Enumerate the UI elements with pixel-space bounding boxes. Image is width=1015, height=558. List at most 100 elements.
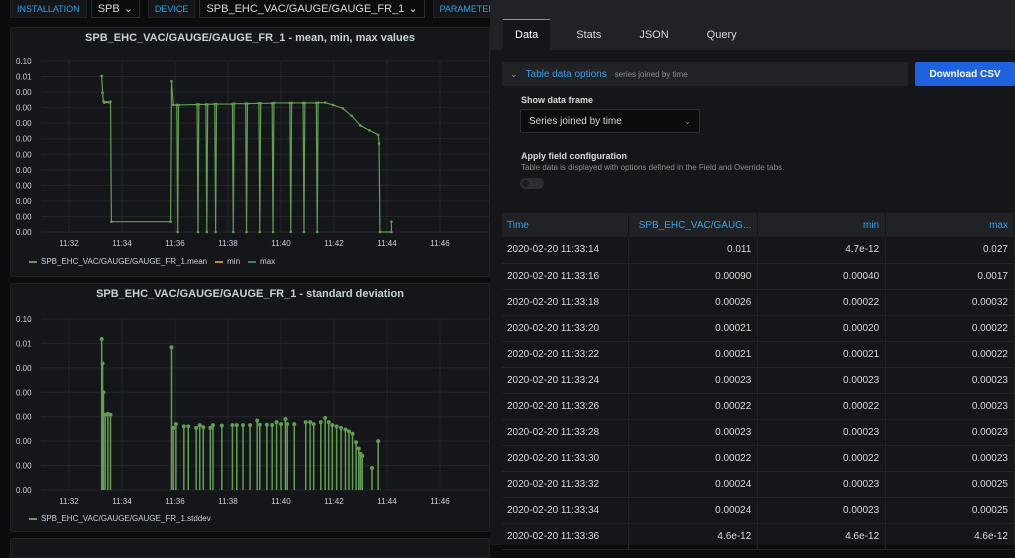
tab-data[interactable]: Data: [503, 19, 551, 50]
table-data-options-toggle[interactable]: ⌄ Table data options series joined by ti…: [502, 62, 908, 86]
options-summary: series joined by time: [614, 69, 688, 79]
table-row: 2020-02-20 11:33:18 0.00026 0.00022 0.00032: [502, 289, 1015, 316]
inspect-drawer: Data Stats JSON Query ⌄ Table data optio…: [490, 0, 1015, 550]
table-row: 2020-02-20 11:33:28 0.00023 0.00023 0.00023: [502, 419, 1015, 446]
data-point: [330, 423, 335, 428]
table-cell: 0.0017: [885, 263, 1015, 290]
x-tick-label: 11:38: [218, 497, 238, 506]
column-header-mean[interactable]: SPB_EHC_VAC/GAUG...: [628, 213, 759, 237]
y-tick-label: 0.00: [16, 212, 32, 221]
x-tick-label: 11:38: [218, 239, 238, 248]
table-row: 2020-02-20 11:33:26 0.00022 0.00022 0.00023: [502, 393, 1015, 420]
x-tick-label: 11:40: [271, 497, 291, 506]
legend-item-min[interactable]: min: [215, 257, 240, 266]
y-tick-label: 0.00: [16, 119, 32, 128]
tab-stats[interactable]: Stats: [564, 19, 613, 50]
table-cell: 0.00023: [628, 419, 759, 446]
data-point: [316, 101, 320, 104]
device-label: DEVICE: [147, 0, 196, 18]
data-point: [271, 230, 275, 234]
table-cell: 2020-02-20 11:33:24: [502, 367, 630, 394]
data-point: [99, 337, 104, 342]
table-row: 2020-02-20 11:33:34 0.00024 0.00023 0.00025: [502, 497, 1015, 524]
column-header-max[interactable]: max: [885, 213, 1015, 237]
table-cell: 0.00023: [757, 367, 887, 394]
data-point: [354, 440, 359, 445]
data-point: [343, 427, 348, 432]
data-point: [101, 91, 104, 95]
table-row: 2020-02-20 11:33:20 0.00021 0.00020 0.00022: [502, 315, 1015, 342]
table-cell: 0.00023: [757, 497, 887, 524]
table-cell: 0.00023: [885, 367, 1015, 394]
data-point: [206, 103, 209, 106]
table-cell: 0.00024: [628, 497, 759, 524]
legend-item-mean[interactable]: SPB_EHC_VAC/GAUGE/GAUGE_FR_1.mean: [29, 257, 207, 266]
show-frame-select[interactable]: Series joined by time ⌄: [520, 109, 700, 133]
data-point: [270, 422, 275, 427]
column-header-min[interactable]: min: [757, 213, 887, 237]
data-point: [194, 425, 199, 430]
table-cell: 0.011: [628, 237, 759, 264]
options-title: Table data options: [525, 68, 607, 80]
table-cell: 0.00024: [628, 471, 759, 498]
table-cell: 0.00022: [757, 289, 887, 316]
data-point: [100, 361, 105, 366]
y-tick-label: 0.00: [16, 181, 32, 190]
data-point: [258, 230, 262, 234]
data-point: [285, 422, 290, 427]
legend-item-stddev[interactable]: SPB_EHC_VAC/GAUGE/GAUGE_FR_1.stddev: [29, 514, 211, 523]
table-cell: 2020-02-20 11:33:36: [502, 523, 630, 550]
device-select[interactable]: SPB_EHC_VAC/GAUGE/GAUGE_FR_1 ⌄: [199, 0, 425, 18]
device-value: SPB_EHC_VAC/GAUGE/GAUGE_FR_1: [206, 2, 405, 15]
data-point: [186, 424, 191, 429]
x-tick-label: 11:44: [377, 497, 397, 506]
y-tick-label: 0.00: [16, 88, 32, 97]
x-tick-label: 11:32: [59, 497, 79, 506]
data-point: [109, 100, 112, 104]
table-cell: 0.00023: [757, 419, 887, 446]
tab-query[interactable]: Query: [695, 19, 749, 50]
data-point: [255, 418, 260, 423]
table-row: 2020-02-20 11:33:16 0.00090 0.00040 0.0017: [502, 263, 1015, 290]
x-tick-label: 11:32: [59, 239, 79, 248]
legend-item-max[interactable]: max: [248, 257, 275, 266]
data-point: [104, 100, 108, 104]
y-tick-label: 0.10: [16, 57, 32, 66]
installation-select[interactable]: SPB ⌄: [90, 0, 140, 18]
mean-min-max-panel[interactable]: SPB_EHC_VAC/GAUGE/GAUGE_FR_1 - mean, min…: [10, 27, 491, 277]
data-point: [171, 103, 175, 107]
data-point: [303, 420, 308, 425]
data-point: [264, 422, 269, 427]
show-frame-value: Series joined by time: [529, 115, 622, 127]
data-point: [308, 420, 313, 425]
table-row: 2020-02-20 11:33:36 4.6e-12 4.6e-12 4.6e-12: [502, 523, 1015, 550]
table-cell: 0.00021: [628, 315, 759, 342]
y-tick-label: 0.10: [16, 315, 32, 324]
table-cell: 2020-02-20 11:33:22: [502, 341, 630, 368]
data-point: [210, 423, 215, 428]
data-point: [171, 425, 176, 430]
y-tick-label: 0.00: [16, 228, 32, 237]
table-cell: 2020-02-20 11:33:26: [502, 393, 630, 420]
download-csv-button[interactable]: Download CSV: [915, 62, 1015, 86]
stddev-panel[interactable]: SPB_EHC_VAC/GAUGE/GAUGE_FR_1 - standard …: [10, 283, 491, 532]
table-cell: 0.00023: [757, 471, 887, 498]
column-header-time[interactable]: Time: [502, 213, 630, 237]
table-cell: 4.7e-12: [757, 237, 887, 264]
data-point: [101, 390, 106, 395]
table-cell: 0.00026: [628, 289, 759, 316]
table-cell: 0.00090: [628, 263, 759, 290]
data-point: [110, 220, 113, 223]
table-cell: 0.00020: [757, 315, 887, 342]
tab-json[interactable]: JSON: [627, 19, 680, 50]
apply-config-toggle[interactable]: [520, 178, 544, 189]
apply-config-label: Apply field configuration: [521, 151, 627, 161]
data-point: [311, 422, 316, 427]
table-cell: 0.00023: [885, 445, 1015, 472]
table-cell: 2020-02-20 11:33:30: [502, 445, 630, 472]
data-point: [292, 422, 297, 427]
installation-value: SPB: [97, 2, 120, 15]
mean-min-max-chart: 0.10 0.01 0.00 0.00 0.00 0.00 0.00 0.00 0.00 0.00…: [16, 57, 491, 248]
data-point: [215, 102, 218, 106]
data-point: [257, 422, 262, 427]
